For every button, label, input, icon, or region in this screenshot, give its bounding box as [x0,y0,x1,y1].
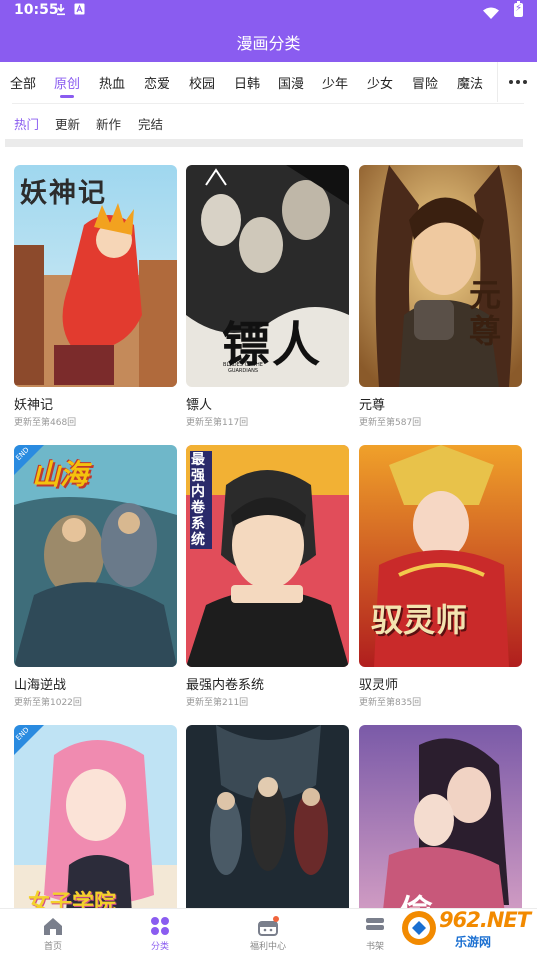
comic-cover[interactable]: 镖人 BLADES OF THE GUARDIANS [186,165,349,387]
status-time: 10:55 [14,2,59,18]
tab-romance[interactable]: 恋爱 [144,73,170,92]
category-tab-bar: 全部 原创 热血 恋爱 校园 日韩 国漫 少年 少女 冒险 魔法 [0,62,537,102]
tab-adventure[interactable]: 冒险 [412,73,438,92]
comic-cover[interactable]: 驭灵师 [359,445,522,667]
comic-update: 更新至第468回 [14,418,77,428]
page-title: 漫画分类 [236,34,301,53]
divider [12,103,524,104]
more-dots-icon [508,80,513,84]
home-icon [44,918,62,935]
cover-title-art: 最强内卷系统 [190,451,212,549]
tab-campus[interactable]: 校园 [189,73,215,92]
watermark-logo-icon [402,911,436,945]
nav-category[interactable]: 分类 [120,909,200,954]
active-tab-indicator [60,95,74,98]
comic-update: 更新至第835回 [359,698,422,708]
comic-update: 更新至第211回 [186,698,249,708]
section-separator [5,139,523,147]
status-bar: 10:55 ⚡ [0,0,537,22]
category-icon [151,917,169,935]
nav-welfare-label: 福利中心 [249,942,286,952]
watermark-number: 962.NET [439,908,531,932]
sort-updated[interactable]: 更新 [55,114,80,133]
top-bar: 10:55 ⚡ 漫画分类 [0,0,537,62]
nav-welfare[interactable]: 福利中心 [228,909,308,954]
tab-original[interactable]: 原创 [54,73,80,92]
comic-cover[interactable]: 最强内卷系统 [186,445,349,667]
tab-hot-blood[interactable]: 热血 [99,73,125,92]
cover-title-art: 山海 [32,458,89,491]
bookshelf-icon [366,918,384,930]
comic-title: 最强内卷系统 [186,678,265,693]
more-categories-button[interactable] [497,62,537,102]
comic-update: 更新至第1022回 [14,698,82,708]
comic-cover[interactable]: END 山海 [14,445,177,667]
download-icon [56,3,66,19]
sort-new[interactable]: 新作 [96,114,121,133]
tab-magic[interactable]: 魔法 [457,73,483,92]
tab-chinese[interactable]: 国漫 [278,73,304,92]
sort-finished[interactable]: 完结 [138,114,163,133]
nav-category-label: 分类 [150,942,169,952]
app-a-icon [74,3,85,18]
sort-hot[interactable]: 热门 [14,114,39,133]
cover-title-art: 妖神记 [20,178,107,209]
tab-shonen[interactable]: 少年 [322,73,348,92]
comic-title: 元尊 [359,398,386,413]
comic-title: 驭灵师 [359,678,399,693]
comic-title: 山海逆战 [14,678,67,693]
cover-title-art: 驭灵师 [371,601,468,639]
tab-shojo[interactable]: 少女 [367,73,393,92]
comic-title: 镖人 [186,398,213,413]
nav-home[interactable]: 首页 [13,909,93,954]
nav-home-label: 首页 [43,942,62,952]
gift-icon [258,916,279,936]
wifi-icon [483,4,499,23]
tab-all[interactable]: 全部 [10,73,36,92]
watermark-site: 乐游网 [455,935,492,949]
comic-update: 更新至第587回 [359,418,422,428]
app-screen: 10:55 ⚡ 漫画分类 全部 原创 热血 恋爱 校园 日韩 国漫 少年 少女 … [0,0,537,954]
comic-update: 更新至第117回 [186,418,249,428]
cover-subtitle-art: BLADES OF THE GUARDIANS [223,362,263,374]
comic-title: 妖神记 [14,398,54,413]
comic-cover[interactable]: 妖神记 [14,165,177,387]
site-watermark: 962.NET 乐游网 [399,906,533,950]
tab-jp-kr[interactable]: 日韩 [234,73,260,92]
cover-title-art: 元尊 [469,276,502,350]
comic-cover[interactable]: 元尊 [359,165,522,387]
